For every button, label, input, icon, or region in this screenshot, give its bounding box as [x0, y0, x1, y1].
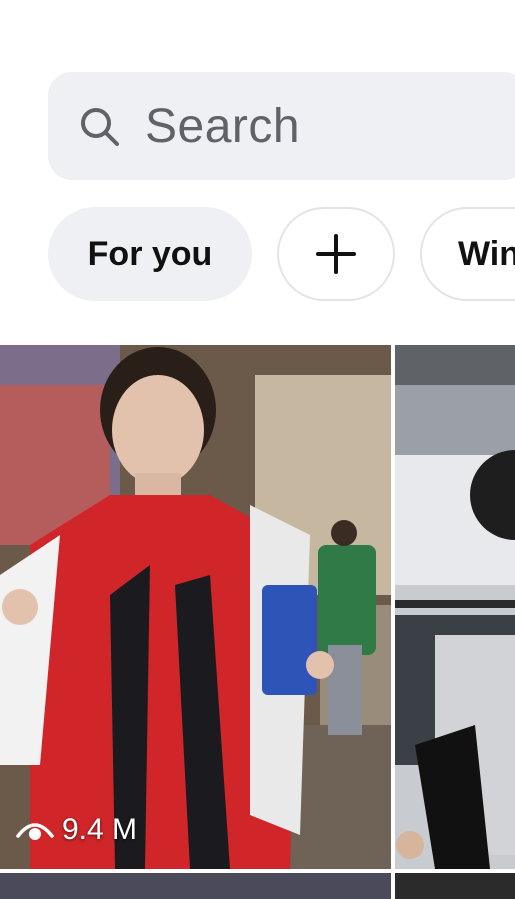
plus-icon [316, 234, 356, 274]
tab-next[interactable]: Win [420, 207, 515, 301]
pin-image-tile[interactable] [395, 345, 515, 869]
search-icon [81, 108, 119, 146]
view-count-label: 9.4 M [62, 813, 138, 846]
pin-photo [0, 345, 391, 869]
pins-home-page: Search For you Win 9.4 M [0, 0, 515, 899]
pin-photo [395, 345, 515, 869]
pin-image-tile[interactable]: 9.4 M [0, 345, 391, 869]
tab-for-you-label: For you [87, 234, 213, 273]
pin-image-tile[interactable] [395, 873, 515, 899]
add-board-button[interactable] [277, 207, 395, 301]
eye-icon [16, 823, 54, 840]
view-count: 9.4 M [16, 813, 137, 847]
search-input[interactable]: Search [145, 98, 300, 156]
tab-for-you[interactable]: For you [48, 207, 252, 301]
pin-image-tile[interactable] [0, 873, 391, 899]
tab-next-label: Win [458, 234, 515, 273]
